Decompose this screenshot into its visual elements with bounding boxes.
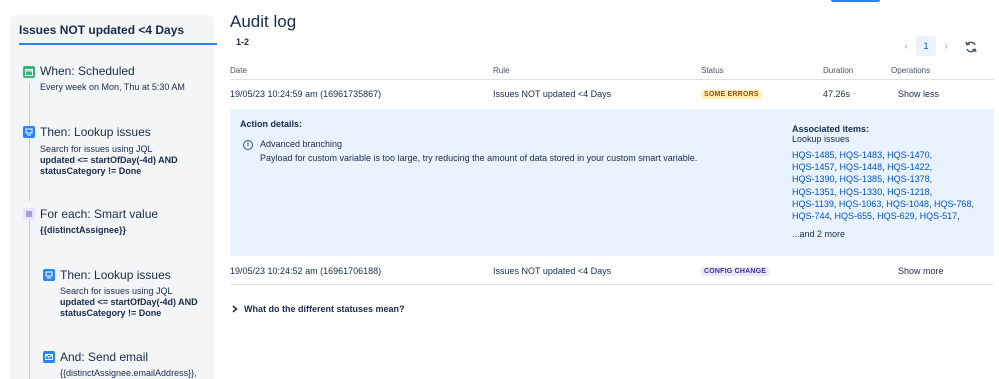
issue-link[interactable]: HQS-1218: [887, 187, 930, 197]
email-icon: [43, 351, 55, 363]
issue-link[interactable]: HQS-1378: [887, 174, 930, 184]
calendar-icon: [23, 66, 35, 78]
status-help-expander[interactable]: What do the different statuses mean?: [232, 304, 405, 314]
status-badge: CONFIG CHANGE: [701, 267, 770, 276]
issue-link[interactable]: HQS-1483: [840, 150, 883, 160]
show-less-button[interactable]: Show less: [898, 89, 939, 99]
details-title: Action details:: [240, 119, 303, 129]
error-message: Payload for custom variable is too large…: [260, 153, 698, 163]
email-recipient: {{distinctAssignee.emailAddress}},: [60, 368, 197, 378]
status-badge: SOME ERRORS: [701, 90, 762, 99]
lookup-icon: [43, 269, 55, 281]
column-header-date: Date: [230, 66, 247, 75]
row-rule: Issues NOT updated <4 Days: [493, 89, 612, 99]
issue-link[interactable]: HQS-1139: [792, 199, 834, 209]
pagination: ‹ 1 ›: [898, 36, 954, 56]
associated-items-title: Associated items:: [792, 124, 870, 134]
step-connector: [29, 218, 30, 379]
issue-link[interactable]: HQS-1351: [792, 187, 835, 197]
status-help-text: What do the different statuses mean?: [244, 304, 405, 314]
issue-link[interactable]: HQS-744: [792, 211, 830, 221]
issue-link[interactable]: HQS-629: [877, 211, 915, 221]
jql-query: statusCategory != Done: [40, 166, 142, 176]
info-icon: i: [243, 140, 253, 150]
issue-link[interactable]: HQS-1470: [887, 150, 930, 160]
step-heading: When: Scheduled: [40, 64, 135, 78]
chevron-right-icon: [232, 305, 238, 313]
jql-query: updated <= startOfDay(-4d) AND: [60, 297, 198, 307]
issue-link[interactable]: HQS-1448: [840, 162, 883, 172]
step-detail: Every week on Mon, Thu at 5:30 AM: [40, 82, 185, 92]
issue-link[interactable]: HQS-1385: [840, 174, 883, 184]
column-header-operations: Operations: [891, 66, 931, 75]
rule-title: Issues NOT updated <4 Days: [19, 23, 185, 37]
refresh-icon[interactable]: [964, 40, 978, 54]
row-duration: 47.26s: [823, 89, 851, 99]
header-divider: [230, 79, 994, 80]
row-date: 19/05/23 10:24:59 am (16961735867): [230, 89, 382, 99]
action-name: Advanced branching: [260, 139, 343, 149]
issue-link[interactable]: HQS-1063: [839, 199, 882, 209]
issue-links-list: HQS-1485, HQS-1483, HQS-1470, HQS-1457, …: [792, 150, 975, 222]
associated-items-subtitle: Lookup issues: [792, 134, 850, 144]
more-items-text: ...and 2 more: [792, 229, 846, 239]
smart-value: {{distinctAssignee}}: [40, 225, 127, 235]
previous-page-button[interactable]: ‹: [898, 41, 914, 52]
page-1-button[interactable]: 1: [916, 36, 936, 56]
issue-link[interactable]: HQS-1390: [792, 174, 835, 184]
jql-query: updated <= startOfDay(-4d) AND: [40, 155, 178, 165]
column-header-status: Status: [701, 66, 724, 75]
column-header-rule: Rule: [493, 66, 510, 75]
branch-icon: [23, 208, 35, 220]
step-heading: For each: Smart value: [40, 207, 159, 221]
step-detail: Search for issues using JQL: [60, 286, 173, 296]
issue-link[interactable]: HQS-1422: [887, 162, 930, 172]
row-date: 19/05/23 10:24:52 am (16961706188): [230, 266, 382, 276]
row-rule: Issues NOT updated <4 Days: [493, 266, 612, 276]
step-heading: Then: Lookup issues: [40, 125, 151, 139]
show-more-button[interactable]: Show more: [898, 266, 944, 276]
jql-query: statusCategory != Done: [60, 308, 162, 318]
step-detail: Search for issues using JQL: [40, 144, 153, 154]
issue-link[interactable]: HQS-1048: [886, 199, 929, 209]
step-connector: [29, 83, 30, 125]
issue-link[interactable]: HQS-1330: [840, 187, 883, 197]
issue-link[interactable]: HQS-768: [934, 199, 972, 209]
action-details-panel: Action details: i Advanced branching Pay…: [230, 109, 994, 256]
issue-link[interactable]: HQS-1457: [792, 162, 835, 172]
step-connector: [29, 139, 30, 201]
rule-title-underline: [19, 43, 217, 45]
next-page-button[interactable]: ›: [938, 41, 954, 52]
page-title: Audit log: [230, 12, 297, 31]
top-button-accent[interactable]: [831, 0, 880, 2]
result-range: 1-2: [236, 37, 250, 47]
issue-link[interactable]: HQS-517: [920, 211, 958, 221]
issue-link[interactable]: HQS-1485: [792, 150, 835, 160]
step-heading: And: Send email: [60, 350, 149, 364]
rule-panel: Issues NOT updated <4 Days When: Schedul…: [10, 15, 217, 379]
issue-link[interactable]: HQS-655: [835, 211, 873, 221]
row-divider: [230, 284, 994, 285]
column-header-duration: Duration: [823, 66, 854, 75]
lookup-icon: [23, 126, 35, 138]
step-heading: Then: Lookup issues: [60, 268, 171, 282]
